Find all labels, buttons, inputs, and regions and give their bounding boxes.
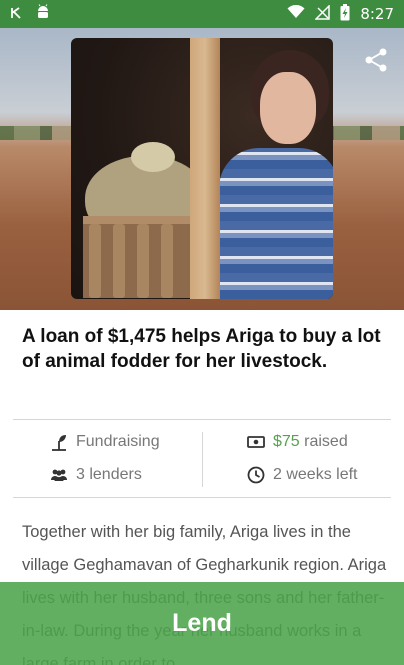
- sheep-head: [131, 142, 175, 172]
- borrower-face: [260, 72, 316, 144]
- android-icon: [36, 4, 50, 24]
- raised-amount: $75: [273, 433, 300, 450]
- lend-button-label: Lend: [172, 609, 232, 637]
- share-button[interactable]: [362, 46, 390, 74]
- divider-bottom: [13, 497, 391, 498]
- lenders-label: 3 lenders: [76, 466, 142, 483]
- status-stat: Fundraising: [50, 433, 160, 451]
- time-left-label: 2 weeks left: [273, 466, 358, 483]
- status-label: Fundraising: [76, 433, 160, 450]
- raised-stat: $75 raised: [247, 433, 348, 451]
- pen-slat: [113, 224, 125, 298]
- lend-button[interactable]: Lend: [0, 582, 404, 665]
- sprout-icon: [50, 433, 68, 451]
- wifi-icon: [287, 4, 305, 23]
- pen-slat: [137, 224, 149, 298]
- no-signal-icon: [314, 3, 331, 24]
- share-icon: [365, 48, 387, 72]
- raised-suffix: raised: [299, 433, 348, 450]
- app-k-icon: [10, 6, 22, 23]
- divider-top: [13, 419, 391, 420]
- wooden-post: [190, 38, 220, 299]
- borrower-jacket: [219, 148, 333, 299]
- pen-slat: [89, 224, 101, 298]
- time-left-stat: 2 weeks left: [247, 466, 357, 484]
- battery-charging-icon: [340, 3, 350, 25]
- money-icon: [247, 433, 265, 451]
- divider-vertical: [202, 432, 203, 487]
- raised-label: $75 raised: [273, 433, 348, 451]
- pen-slat: [161, 224, 173, 298]
- hero-image: [0, 28, 404, 310]
- loan-title: A loan of $1,475 helps Ariga to buy a lo…: [22, 326, 381, 372]
- people-icon: [50, 466, 68, 484]
- lenders-stat: 3 lenders: [50, 466, 142, 484]
- status-time: 8:27: [360, 5, 394, 23]
- status-bar: 8:27: [0, 0, 404, 28]
- animal-pen: [83, 216, 199, 298]
- borrower-photo: [71, 38, 333, 299]
- clock-icon: [247, 466, 265, 484]
